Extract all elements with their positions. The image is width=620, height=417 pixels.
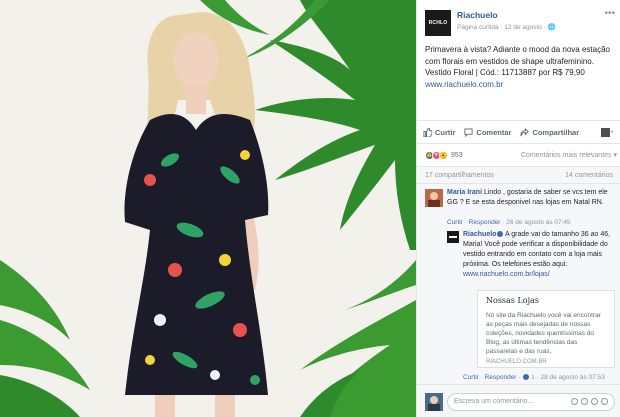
reply-author-link[interactable]: Riachuelo [463,231,496,238]
logo-text: RCHLO [428,20,448,26]
share-button[interactable]: Compartilhar [520,127,580,137]
page-avatar-small-icon [601,127,613,137]
reply-meta: Curtir · Responder · 1 · 28 de agosto às… [463,374,605,381]
post-side-panel: RCHLO Riachuelo Página curtida · 12 de a… [416,0,620,417]
shares-count-link[interactable]: 17 compartilhamentos [425,172,494,179]
post-header: RCHLO Riachuelo Página curtida · 12 de a… [425,8,615,36]
reply-avatar[interactable] [447,230,459,243]
verified-badge-icon [497,231,504,238]
comment-meta: Curtir · Responder · 26 de agosto às 07:… [447,219,571,226]
facebook-photo-viewer: RCHLO Riachuelo Página curtida · 12 de a… [0,0,620,417]
comment-time[interactable]: 26 de agosto às 07:45 [506,219,570,226]
post-photo[interactable] [0,0,416,417]
wow-reaction-icon[interactable]: 😮 [439,150,448,160]
post-link[interactable]: www.riachuelo.com.br [425,80,503,89]
thumbs-up-icon [423,127,432,137]
reply-like-link[interactable]: Curtir [463,374,479,381]
comment-author-link[interactable]: Maria Irani [447,189,482,196]
comments-list: Maria Irani Lindo , gostaria de saber se… [417,184,620,384]
woman-floral-dress-image [0,0,416,417]
reply-reaction-count[interactable]: 1 [531,374,535,381]
page-name-link[interactable]: Riachuelo [457,10,498,20]
comments-count-link[interactable]: 14 comentários [565,172,613,179]
comment-input-icons [571,398,608,405]
post-actions-bar: Curtir Comentar Compartilhar [417,120,620,144]
like-label: Curtir [435,127,456,137]
post-stats-bar: 17 compartilhamentos 14 comentários [417,166,620,184]
audience-selector[interactable] [601,127,613,137]
user-photo-icon [425,189,443,207]
share-label: Compartilhar [532,127,580,137]
comment-body: Maria Irani Lindo , gostaria de saber se… [447,188,615,208]
gif-icon[interactable] [591,398,598,405]
reply-body: Riachuelo A grade vai do tamanho 36 ao 4… [463,230,615,280]
post-subtitle: Página curtida · 12 de agosto · 🌐 [457,24,556,31]
like-count-icon [523,374,530,381]
reaction-count[interactable]: 953 [451,152,463,159]
page-logo-icon [447,231,459,243]
comment-like-link[interactable]: Curtir [447,219,463,226]
card-title: Nossas Lojas [486,296,539,305]
post-text: Primavera à vista? Adiante o mood da nov… [425,45,610,77]
comment-sort-dropdown[interactable]: Comentários mais relevantes ▾ [521,151,617,159]
comment-input[interactable]: Escreva um comentário... [447,393,615,411]
comment-bubble-icon [464,127,473,137]
emoji-icon[interactable] [571,398,578,405]
post-message: Primavera à vista? Adiante o mood da nov… [425,44,617,90]
user-photo-icon [425,393,443,411]
comment-label: Comentar [476,127,512,137]
card-domain: RIACHUELO.COM.BR [486,359,547,365]
comment-input-placeholder: Escreva um comentário... [454,398,534,405]
share-arrow-icon [520,127,530,136]
write-comment-area: Escreva um comentário... [417,384,620,417]
camera-icon[interactable] [581,398,588,405]
comment-reply-link[interactable]: Responder [469,219,501,226]
comment-button[interactable]: Comentar [464,128,511,137]
current-user-avatar [425,393,443,411]
reply-link[interactable]: www.riachuelo.com.br/lojas/ [463,271,550,278]
link-preview-card[interactable]: Nossas Lojas No site da Riachuelo você v… [477,290,615,368]
reply-reply-link[interactable]: Responder [485,374,517,381]
commenter-avatar[interactable] [425,189,443,207]
page-logo[interactable]: RCHLO [425,10,451,36]
ellipsis-icon[interactable]: ••• [604,8,615,19]
reactions-row: 👍 ♥ 😮 953 Comentários mais relevantes ▾ [425,148,617,162]
card-description: No site da Riachuelo você vai encontrar … [486,312,601,355]
sticker-icon[interactable] [601,398,608,405]
reply-time[interactable]: 28 de agosto às 07:53 [540,374,604,381]
like-button[interactable]: Curtir [423,127,456,137]
